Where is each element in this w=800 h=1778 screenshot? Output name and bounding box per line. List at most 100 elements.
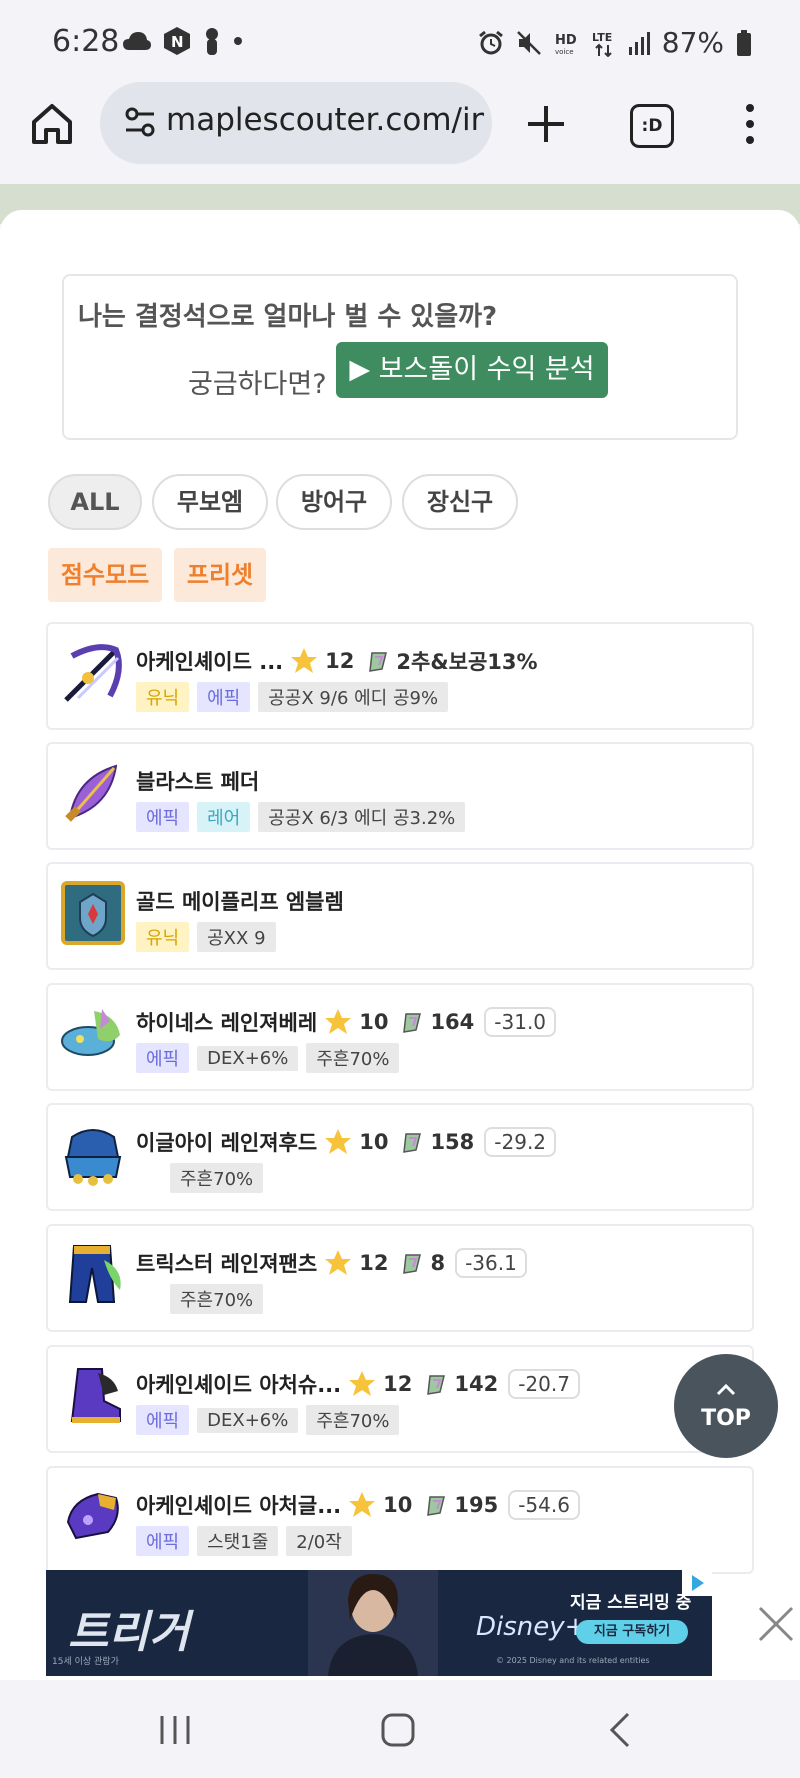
filter-all[interactable]: ALL xyxy=(48,474,142,530)
status-bar: 6:28 N HD voice LTE 87% xyxy=(0,0,800,88)
pants-icon xyxy=(68,1245,121,1303)
potential-gem-icon xyxy=(427,1375,446,1395)
filter-accessory[interactable]: 장신구 xyxy=(402,474,518,530)
item-card[interactable]: 이글아이 레인져후드 10 158 -29.2 주흔70% xyxy=(46,1103,754,1211)
chevron-up-icon xyxy=(716,1383,736,1396)
star-icon xyxy=(325,1009,352,1034)
rarity-tag: 유닉 xyxy=(136,682,190,712)
option-tag: 공XX 9 xyxy=(197,922,276,952)
option-tag: 주흔70% xyxy=(306,1043,400,1073)
potential-value: 2추&보공13% xyxy=(396,650,538,674)
score-badge: -54.6 xyxy=(508,1490,580,1520)
ad-streaming-text: 지금 스트리밍 중 xyxy=(570,1593,692,1613)
ad-rating: 15세 이상 관람가 xyxy=(52,1657,119,1667)
potential-value: 8 xyxy=(430,1251,446,1275)
score-badge: -31.0 xyxy=(484,1007,557,1037)
svg-text:voice: voice xyxy=(555,48,574,56)
close-icon[interactable] xyxy=(752,1600,800,1648)
ad-brand: Disney+ xyxy=(476,1612,587,1642)
tab-switcher-button[interactable]: :D xyxy=(630,104,674,148)
option-tag: 공공X 9/6 에디 공9% xyxy=(258,682,449,712)
option-tag: 스탯1줄 xyxy=(197,1526,279,1556)
option-tag: 주흔70% xyxy=(170,1163,264,1193)
recent-apps-icon[interactable] xyxy=(158,1714,192,1746)
url-text[interactable]: maplescouter.com/in xyxy=(166,102,484,138)
option-tag: DEX+6% xyxy=(197,1045,299,1071)
hood-top-icon xyxy=(64,1129,122,1186)
site-settings-icon[interactable] xyxy=(124,106,156,138)
item-name: 트릭스터 레인져팬츠 xyxy=(136,1252,318,1276)
person-icon xyxy=(206,28,218,55)
rarity-tag: 에픽 xyxy=(136,1405,190,1435)
filter-weapon[interactable]: 무보엠 xyxy=(152,474,268,530)
potential-value: 142 xyxy=(454,1372,499,1396)
star-icon xyxy=(325,1129,352,1154)
star-icon xyxy=(349,1371,376,1396)
item-name: 아케인셰이드 아처글... xyxy=(136,1494,342,1518)
item-name: 이글아이 레인져후드 xyxy=(136,1131,318,1155)
ad-copyright: © 2025 Disney and its related entities xyxy=(496,1656,650,1665)
lte-icon: LTE xyxy=(592,31,612,57)
item-card[interactable]: 블라스트 페더 에픽 레어 공공X 6/3 에디 공3.2% xyxy=(46,742,754,850)
new-tab-icon[interactable] xyxy=(522,100,570,148)
back-icon[interactable] xyxy=(608,1712,632,1748)
boss-profit-button[interactable]: ▶ 보스돌이 수익 분석 xyxy=(336,342,608,398)
n-app-icon: N xyxy=(164,27,190,55)
scroll-top-button[interactable]: TOP xyxy=(674,1354,778,1458)
item-card[interactable]: 하이네스 레인져베레 10 164 -31.0 에픽 DEX+6% 주흔70% xyxy=(46,983,754,1091)
item-card[interactable]: 골드 메이플리프 엠블렘 유닉 공XX 9 xyxy=(46,862,754,970)
option-tag: 주흔70% xyxy=(170,1284,264,1314)
item-card[interactable]: 트릭스터 레인져팬츠 12 8 -36.1 주흔70% xyxy=(46,1224,754,1332)
star-count: 12 xyxy=(383,1372,413,1396)
ad-choices-icon[interactable] xyxy=(682,1570,712,1596)
score-mode-button[interactable]: 점수모드 xyxy=(48,548,162,602)
rarity-tag: 에픽 xyxy=(197,682,251,712)
dot-icon xyxy=(234,37,242,45)
star-count: 10 xyxy=(383,1493,413,1517)
rarity-tag: 에픽 xyxy=(136,802,190,832)
score-badge: -36.1 xyxy=(455,1248,527,1278)
beret-hat-icon xyxy=(61,1009,120,1056)
star-count: 10 xyxy=(359,1130,389,1154)
rarity-tag: 레어 xyxy=(197,802,251,832)
rarity-tag: 에픽 xyxy=(136,1043,190,1073)
item-card[interactable]: 아케인셰이드 아처슈... 12 142 -20.7 에픽 DEX+6% 주흔7… xyxy=(46,1345,754,1453)
status-time: 6:28 xyxy=(52,24,120,59)
ad-title: 트리거 xyxy=(68,1607,190,1658)
cloud-icon xyxy=(123,32,151,50)
home-icon[interactable] xyxy=(380,1712,416,1748)
item-name: 블라스트 페더 xyxy=(136,770,260,794)
emblem-icon xyxy=(61,881,125,945)
ad-person-image xyxy=(308,1570,438,1676)
more-menu-icon[interactable] xyxy=(738,100,762,148)
home-icon[interactable] xyxy=(28,100,76,148)
ad-banner[interactable]: 트리거 Disney+ 지금 스트리밍 중 지금 구독하기 15세 이상 관람가… xyxy=(46,1570,712,1676)
item-name: 하이네스 레인져베레 xyxy=(136,1011,318,1035)
score-badge: -29.2 xyxy=(484,1127,557,1157)
address-bar[interactable]: maplescouter.com/in xyxy=(100,82,492,164)
star-icon xyxy=(349,1492,376,1517)
item-name: 아케인셰이드 ... xyxy=(136,650,284,674)
option-tag: 주흔70% xyxy=(306,1405,400,1435)
item-card[interactable]: 아케인셰이드 아처글... 10 195 -54.6 에픽 스탯1줄 2/0작 xyxy=(46,1466,754,1574)
promo-box: 나는 결정석으로 얼마나 벌 수 있을까? 궁금하다면? ▶ 보스돌이 수익 분… xyxy=(62,274,738,440)
filter-armor[interactable]: 방어구 xyxy=(276,474,392,530)
mute-icon xyxy=(516,30,541,55)
potential-value: 158 xyxy=(430,1130,475,1154)
star-count: 10 xyxy=(359,1010,389,1034)
ad-subscribe-button[interactable]: 지금 구독하기 xyxy=(576,1620,688,1644)
potential-value: 164 xyxy=(430,1010,475,1034)
svg-text:HD: HD xyxy=(555,33,577,48)
glove-icon xyxy=(66,1492,119,1540)
star-count: 12 xyxy=(325,649,355,673)
system-nav-bar xyxy=(0,1680,800,1778)
rarity-tag: 유닉 xyxy=(136,922,190,952)
preset-button[interactable]: 프리셋 xyxy=(174,548,266,602)
top-label: TOP xyxy=(701,1406,751,1431)
potential-gem-icon xyxy=(403,1254,422,1274)
option-tag: 공공X 6/3 에디 공3.2% xyxy=(258,802,466,832)
potential-gem-icon xyxy=(369,652,388,672)
item-card[interactable]: 아케인셰이드 ... 12 2추&보공13% 유닉 에픽 공공X 9/6 에디 … xyxy=(46,622,754,730)
score-badge: -20.7 xyxy=(508,1369,580,1399)
battery-icon xyxy=(737,29,751,56)
